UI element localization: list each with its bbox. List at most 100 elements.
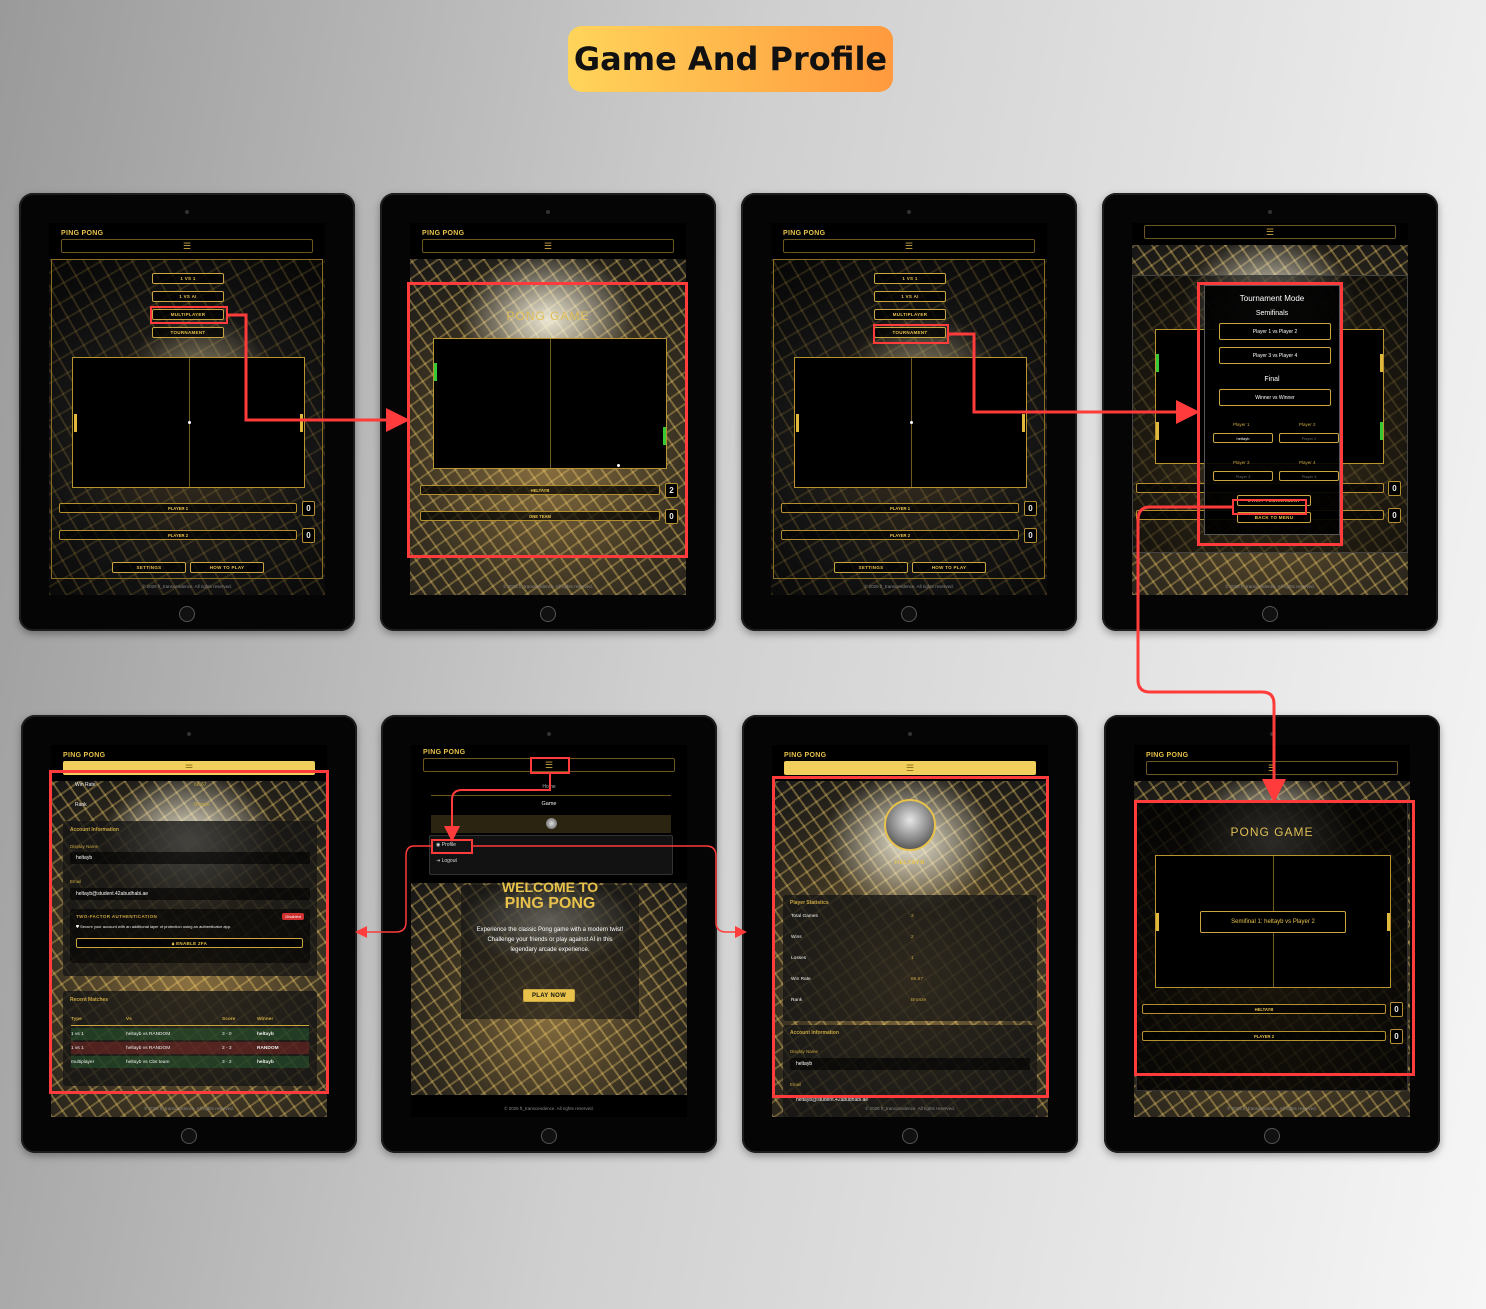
page-title: Game And Profile — [568, 26, 893, 92]
tablet-camera — [547, 732, 551, 736]
mode-tournament-button[interactable]: TOURNAMENT — [152, 327, 224, 338]
highlight-profile-page — [772, 776, 1049, 1098]
menu-toggle-button[interactable]: ☰ — [61, 239, 313, 253]
tablet-game-menu-tournament: PING PONG ☰ 1 VS 1 1 VS AI MULTIPLAYER T… — [741, 193, 1077, 631]
dropdown-logout-item[interactable]: ⇥ Logout — [436, 858, 457, 864]
how-to-play-button[interactable]: HOW TO PLAY — [912, 562, 986, 573]
tablet-camera — [908, 732, 912, 736]
avatar — [546, 818, 557, 829]
hamburger-icon: ☰ — [904, 240, 914, 251]
welcome-line1: WELCOME TO — [501, 879, 599, 895]
hamburger-icon: ☰ — [1267, 762, 1277, 773]
hamburger-icon: ☰ — [1265, 226, 1275, 237]
player1-score: 0 — [1388, 481, 1401, 496]
player1-score: 0 — [1024, 501, 1037, 516]
highlight-multiplayer — [150, 306, 228, 324]
highlight-account-settings — [49, 770, 329, 1094]
hamburger-icon: ☰ — [182, 240, 192, 251]
player2-name: PLAYER 2 — [59, 530, 297, 540]
menu-toggle-button[interactable]: ☰ — [1144, 225, 1396, 239]
footer-text: © 2025 ft_transcendence. All rights rese… — [504, 1106, 594, 1111]
mode-1v1-button[interactable]: 1 VS 1 — [152, 273, 224, 284]
tablet-camera — [907, 210, 911, 214]
nav-home-link[interactable]: Home — [411, 784, 687, 790]
hero-description: Experience the classic Pong game with a … — [476, 927, 624, 953]
menu-toggle-button[interactable]: ☰ — [783, 239, 1035, 253]
footer-text: © 2025 ft_transcendence. All rights rese… — [503, 584, 593, 589]
highlight-multiplayer-game — [407, 282, 688, 558]
highlight-tournament-game — [1134, 800, 1415, 1076]
dropdown-logout-label: Logout — [441, 858, 457, 864]
player1-name: PLAYER 1 — [59, 503, 297, 513]
brand-logo[interactable]: PING PONG — [1146, 752, 1188, 759]
footer-text: © 2025 ft_transcendence. All rights rese… — [144, 1106, 234, 1111]
hamburger-icon: ☰ — [543, 240, 553, 251]
menu-toggle-button[interactable]: ☰ — [1146, 761, 1398, 775]
home-button — [181, 1128, 197, 1144]
home-button — [1264, 1128, 1280, 1144]
tablet-home-menu: PING PONG ☰ Home Game ◉ Profile ⇥ Logout… — [381, 715, 717, 1153]
screen: PING PONG ☰ 1 VS 1 1 VS AI MULTIPLAYER T… — [49, 223, 325, 595]
ball — [910, 421, 913, 424]
brand-logo[interactable]: PING PONG — [784, 752, 826, 759]
player2-score: 0 — [1388, 508, 1401, 523]
pong-court — [72, 357, 305, 488]
tablet-camera — [1268, 210, 1272, 214]
brand-logo[interactable]: PING PONG — [61, 230, 103, 237]
highlight-start-tournament — [1232, 499, 1307, 515]
mode-1vai-button[interactable]: 1 VS AI — [874, 291, 946, 302]
brand-logo[interactable]: PING PONG — [422, 230, 464, 237]
pong-court — [794, 357, 1027, 488]
right-paddle — [1022, 414, 1025, 432]
left-paddle — [1156, 354, 1159, 372]
home-button — [1262, 606, 1278, 622]
footer-text: © 2025 ft_transcendence. All rights rese… — [864, 584, 954, 589]
brand-logo[interactable]: PING PONG — [423, 749, 465, 756]
hero-card: WELCOME TO PING PONG Experience the clas… — [461, 879, 639, 1019]
right-paddle — [300, 414, 303, 432]
welcome-line2: PING PONG — [504, 895, 596, 912]
settings-button[interactable]: SETTINGS — [112, 562, 186, 573]
player2-score: 0 — [1024, 528, 1037, 543]
tablet-game-menu-multiplayer: PING PONG ☰ 1 VS 1 1 VS AI MULTIPLAYER T… — [19, 193, 355, 631]
tablet-camera — [187, 732, 191, 736]
mode-multiplayer-button[interactable]: MULTIPLAYER — [874, 309, 946, 320]
home-button — [179, 606, 195, 622]
brand-logo[interactable]: PING PONG — [63, 752, 105, 759]
left-paddle — [796, 414, 799, 432]
settings-button[interactable]: SETTINGS — [834, 562, 908, 573]
mode-1v1-button[interactable]: 1 VS 1 — [874, 273, 946, 284]
highlight-menu-toggle — [530, 757, 570, 774]
menu-toggle-button[interactable]: ☰ — [784, 761, 1036, 775]
home-button — [901, 606, 917, 622]
player2-name: PLAYER 2 — [781, 530, 1019, 540]
hamburger-icon: ☰ — [905, 762, 915, 773]
highlight-tournament — [873, 324, 949, 344]
menu-toggle-button[interactable]: ☰ — [422, 239, 674, 253]
screen: PING PONG ☰ Home Game ◉ Profile ⇥ Logout… — [411, 745, 687, 1117]
tablet-camera — [1270, 732, 1274, 736]
tablet-camera — [546, 210, 550, 214]
highlight-profile-item — [431, 839, 473, 854]
screen: PING PONG ☰ 1 VS 1 1 VS AI MULTIPLAYER T… — [771, 223, 1047, 595]
left-paddle — [74, 414, 77, 432]
left-paddle-2 — [1156, 422, 1159, 440]
home-button — [540, 606, 556, 622]
mode-1vai-button[interactable]: 1 VS AI — [152, 291, 224, 302]
footer-text: © 2025 ft_transcendence. All rights rese… — [142, 584, 232, 589]
how-to-play-button[interactable]: HOW TO PLAY — [190, 562, 264, 573]
play-now-button[interactable]: PLAY NOW — [523, 989, 575, 1002]
nav-game-link[interactable]: Game — [411, 801, 687, 807]
player1-score: 0 — [302, 501, 315, 516]
logout-icon: ⇥ — [436, 858, 441, 864]
player1-name: PLAYER 1 — [781, 503, 1019, 513]
nav-divider — [431, 795, 671, 796]
avatar-menu-toggle[interactable] — [431, 815, 671, 833]
footer-text: © 2025 ft_transcendence. All rights rese… — [865, 1106, 955, 1111]
brand-logo[interactable]: PING PONG — [783, 230, 825, 237]
right-paddle — [1380, 354, 1383, 372]
home-button — [902, 1128, 918, 1144]
home-button — [541, 1128, 557, 1144]
footer-text: © 2025 ft_transcendence. All rights rese… — [1225, 584, 1315, 589]
footer-text: © 2025 ft_transcendence. All rights rese… — [1227, 1106, 1317, 1111]
